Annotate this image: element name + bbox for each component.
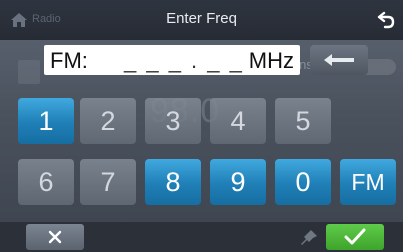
pin-icon[interactable] xyxy=(299,228,319,248)
back-arrow-icon[interactable] xyxy=(376,10,396,30)
backspace-arrow-icon xyxy=(324,54,354,66)
cancel-button[interactable] xyxy=(26,224,84,250)
page-title: Enter Freq xyxy=(166,10,237,27)
unit-label: MHz xyxy=(248,48,294,73)
key-4[interactable]: 4 xyxy=(210,98,266,144)
frequency-display: FM: _ _ _ . _ _ MHz xyxy=(44,45,300,75)
key-fm[interactable]: FM xyxy=(340,159,396,205)
close-icon xyxy=(48,230,62,244)
background-radio-icon xyxy=(18,60,40,84)
frequency-value: _ _ _ . _ _ xyxy=(124,48,244,73)
backspace-button[interactable] xyxy=(310,45,368,75)
key-5[interactable]: 5 xyxy=(275,98,331,144)
key-9[interactable]: 9 xyxy=(210,159,266,205)
checkmark-icon xyxy=(344,228,366,245)
enter-freq-screen: 98.0 Options Radio Enter Freq FM: _ _ _ … xyxy=(0,0,403,252)
key-2[interactable]: 2 xyxy=(80,98,136,144)
key-3[interactable]: 3 xyxy=(145,98,201,144)
key-7[interactable]: 7 xyxy=(80,159,136,205)
confirm-button[interactable] xyxy=(326,224,384,250)
key-0[interactable]: 0 xyxy=(275,159,331,205)
band-label: FM: xyxy=(50,48,88,73)
header-bar: Radio Enter Freq xyxy=(0,0,403,40)
key-6[interactable]: 6 xyxy=(18,159,74,205)
key-8[interactable]: 8 xyxy=(145,159,201,205)
key-1[interactable]: 1 xyxy=(18,98,74,144)
